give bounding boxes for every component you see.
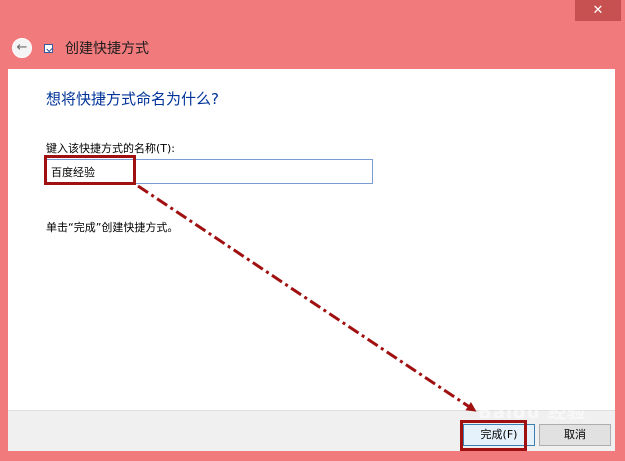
window-title: 创建快捷方式 xyxy=(65,41,149,57)
close-icon[interactable]: ✕ xyxy=(593,3,604,18)
back-arrow-icon[interactable]: ← xyxy=(17,40,28,55)
cancel-button[interactable]: 取消 xyxy=(539,424,611,446)
close-button[interactable]: ✕ xyxy=(575,0,621,21)
back-button[interactable]: ← xyxy=(12,38,32,58)
shortcut-icon xyxy=(44,44,53,53)
content-panel xyxy=(8,69,615,410)
finish-button[interactable]: 完成(F) xyxy=(463,424,535,446)
finish-hint: 单击“完成”创建快捷方式。 xyxy=(46,221,179,234)
shortcut-name-input[interactable] xyxy=(45,159,373,184)
page-heading: 想将快捷方式命名为什么? xyxy=(46,90,219,108)
create-shortcut-window: ✕ ← 创建快捷方式 想将快捷方式命名为什么? 键入该快捷方式的名称(T): 单… xyxy=(0,0,625,461)
shortcut-name-label: 键入该快捷方式的名称(T): xyxy=(46,142,176,155)
